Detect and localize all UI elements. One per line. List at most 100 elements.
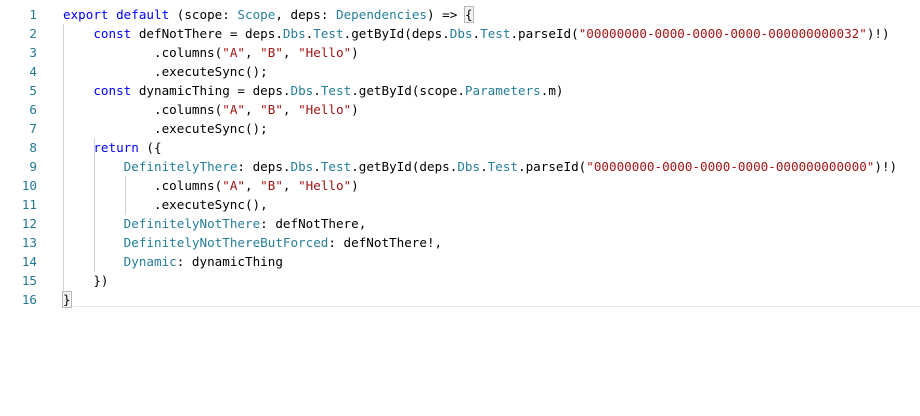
code-text: .columns("A", "B", "Hello") [63, 43, 359, 62]
code-token: Parameters [464, 83, 541, 98]
code-line[interactable]: 2 const defNotThere = deps.Dbs.Test.getB… [0, 24, 920, 43]
code-text: .executeSync(), [63, 195, 268, 214]
code-token: ) => [427, 7, 465, 22]
code-token: , deps: [275, 7, 337, 22]
code-token: return [93, 140, 139, 155]
code-text: DefinitelyNotThere: defNotThere, [63, 214, 367, 233]
code-token: .columns( [63, 178, 223, 193]
code-token: (scope: [169, 7, 238, 22]
code-token: "00000000-0000-0000-0000-000000000000" [586, 159, 875, 174]
code-token: : dynamicThing [176, 254, 283, 269]
code-line[interactable]: 11 .executeSync(), [0, 195, 920, 214]
code-text: .executeSync(); [63, 62, 268, 81]
code-text: .columns("A", "B", "Hello") [63, 176, 359, 195]
code-line[interactable]: 8 return ({ [0, 138, 920, 157]
code-token: }) [63, 273, 109, 288]
code-line[interactable]: 6 .columns("A", "B", "Hello") [0, 100, 920, 119]
code-token: Test [313, 26, 344, 41]
code-token: "Hello" [298, 178, 352, 193]
code-token: DefinitelyThere [123, 159, 238, 174]
code-token: .m) [540, 83, 564, 98]
code-line[interactable]: 7 .executeSync(); [0, 119, 920, 138]
line-number: 4 [29, 64, 37, 79]
code-token: DefinitelyNotThere [123, 216, 261, 231]
code-token: )!) [874, 159, 898, 174]
code-token: Dbs [290, 83, 314, 98]
code-token: .executeSync(); [63, 121, 268, 136]
code-line[interactable]: 15 }) [0, 271, 920, 290]
code-line[interactable]: 16} [0, 290, 920, 309]
code-text: }) [63, 271, 109, 290]
code-token: "B" [260, 178, 283, 193]
code-token: Dbs [290, 159, 314, 174]
code-token: Dynamic [123, 254, 177, 269]
matched-bracket: } [62, 291, 72, 308]
code-token: Test [320, 159, 352, 174]
code-token: .columns( [63, 45, 223, 60]
code-line[interactable]: 9 DefinitelyThere: deps.Dbs.Test.getById… [0, 157, 920, 176]
line-number: 8 [29, 140, 37, 155]
code-line[interactable]: 14 Dynamic: dynamicThing [0, 252, 920, 271]
line-number: 12 [21, 216, 37, 231]
line-number: 6 [29, 102, 37, 117]
code-token: .columns( [63, 102, 223, 117]
code-line[interactable]: 10 .columns("A", "B", "Hello") [0, 176, 920, 195]
code-token: .executeSync(); [63, 64, 268, 79]
code-token: : defNotThere!, [328, 235, 443, 250]
line-number: 5 [29, 83, 37, 98]
code-token: Test [320, 83, 352, 98]
code-token: , [282, 178, 299, 193]
code-text: export default (scope: Scope, deps: Depe… [63, 5, 474, 24]
code-line[interactable]: 4 .executeSync(); [0, 62, 920, 81]
code-token: . [472, 26, 481, 41]
code-line[interactable]: 13 DefinitelyNotThereButForced: defNotTh… [0, 233, 920, 252]
code-text: DefinitelyThere: deps.Dbs.Test.getById(d… [63, 157, 897, 176]
code-text: Dynamic: dynamicThing [63, 252, 283, 271]
code-text: const defNotThere = deps.Dbs.Test.getByI… [63, 24, 890, 43]
code-token: dynamicThing = deps. [131, 83, 291, 98]
code-token: .parseId( [518, 159, 587, 174]
code-token: "Hello" [298, 45, 352, 60]
code-token: Scope [237, 7, 276, 22]
code-token: , [244, 178, 261, 193]
code-token: . [480, 159, 488, 174]
code-editor[interactable]: 1 export default (scope: Scope, deps: Dep… [0, 0, 920, 416]
code-token: .getById(deps. [343, 26, 450, 41]
code-token: "B" [260, 102, 283, 117]
code-token: , [244, 45, 261, 60]
code-line[interactable]: 5 const dynamicThing = deps.Dbs.Test.get… [0, 81, 920, 100]
code-text: .executeSync(); [63, 119, 268, 138]
line-number: 15 [21, 273, 37, 288]
code-line[interactable]: 3 .columns("A", "B", "Hello") [0, 43, 920, 62]
code-line[interactable]: 12 DefinitelyNotThere: defNotThere, [0, 214, 920, 233]
code-token: ) [351, 102, 359, 117]
line-number: 16 [21, 292, 37, 307]
line-number: 14 [21, 254, 37, 269]
code-token: )!) [866, 26, 890, 41]
line-number: 1 [29, 7, 37, 22]
matched-bracket: { [463, 6, 474, 23]
code-token: "A" [222, 45, 245, 60]
code-token: , [244, 102, 261, 117]
code-token: . [313, 159, 321, 174]
code-line[interactable]: 1 export default (scope: Scope, deps: Dep… [0, 5, 920, 24]
code-text: return ({ [63, 138, 162, 157]
line-number: 3 [29, 45, 37, 60]
code-token: ({ [138, 140, 162, 155]
code-token: Dependencies [336, 7, 428, 22]
code-token: "00000000-0000-0000-0000-000000000032" [578, 26, 867, 41]
code-token: : deps. [237, 159, 291, 174]
code-token: DefinitelyNotThereButForced [123, 235, 329, 250]
code-token: defNotThere = deps. [131, 26, 283, 41]
line-number: 7 [29, 121, 37, 136]
code-token: .getById(scope. [351, 83, 465, 98]
code-token: Dbs [449, 26, 473, 41]
code-token: Dbs [457, 159, 481, 174]
